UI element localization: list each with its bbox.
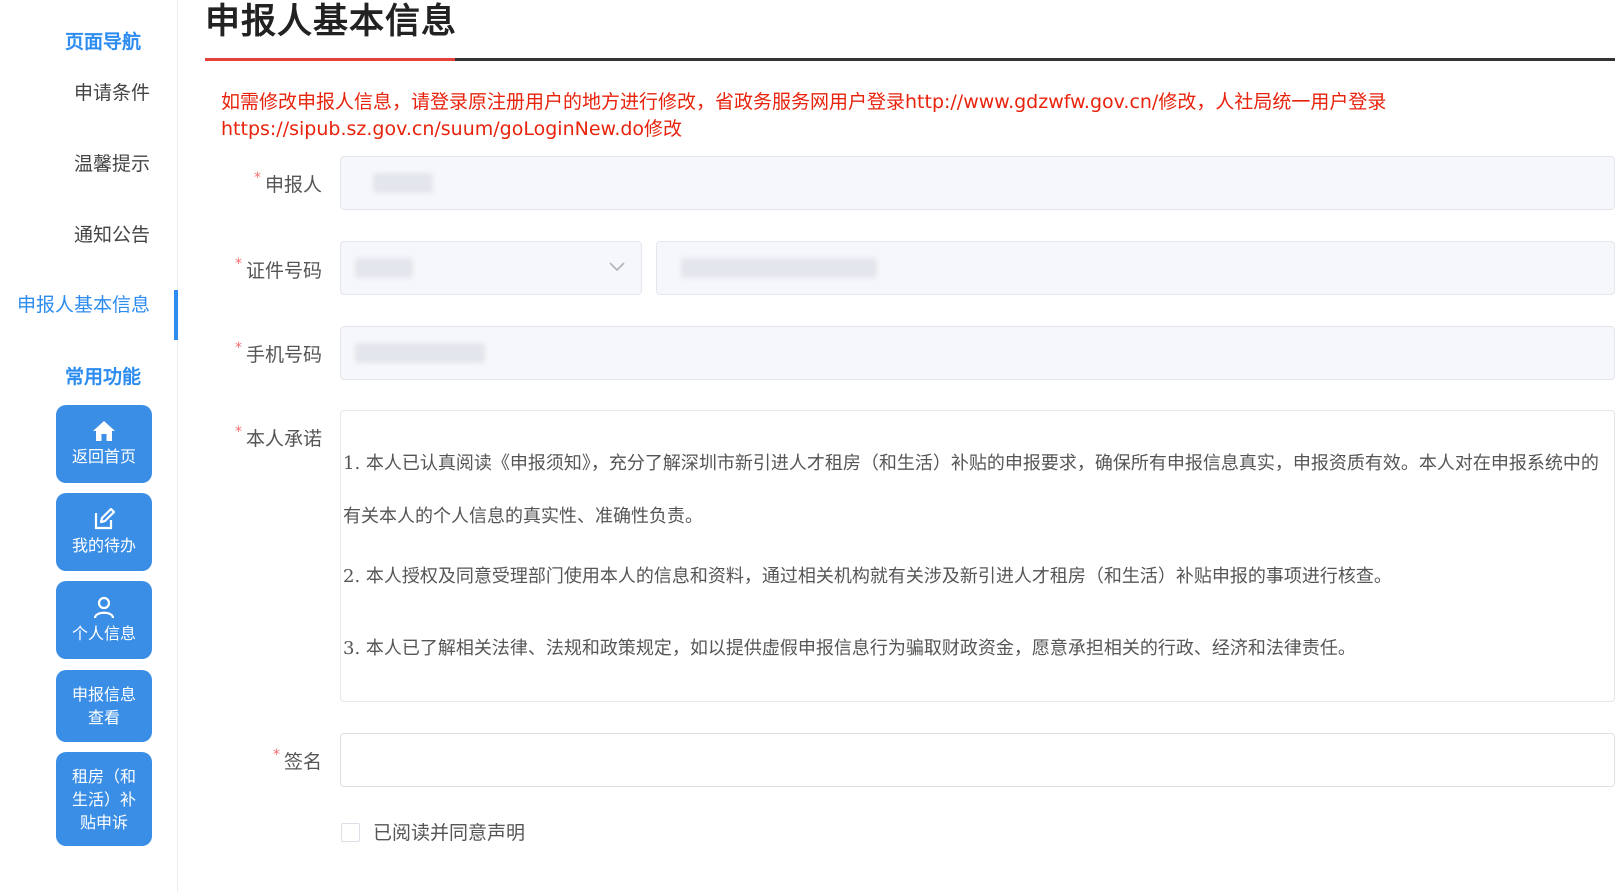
functions-heading: 常用功能 [64, 366, 141, 388]
required-mark: * [234, 340, 242, 356]
appeal-button-label: 租房（和生活）补贴申诉 [71, 766, 136, 832]
agree-checkbox[interactable] [341, 823, 360, 842]
required-mark: * [234, 424, 242, 440]
blurred-value [355, 258, 413, 278]
signature-input[interactable] [340, 733, 1615, 787]
todo-button[interactable]: 我的待办 [56, 493, 152, 571]
commitment-label: * 本人承诺 [230, 424, 322, 451]
view-application-button[interactable]: 申报信息查看 [56, 670, 152, 742]
user-icon [93, 596, 115, 619]
blurred-value [373, 173, 433, 193]
id-number-label-text: 证件号码 [245, 260, 322, 282]
required-mark: * [272, 747, 280, 763]
title-divider-accent [205, 58, 455, 61]
page-title: 申报人基本信息 [205, 2, 458, 42]
notice-text: 如需修改申报人信息，请登录原注册用户的地方进行修改，省政务服务网用户登录http… [221, 91, 1387, 140]
applicant-input[interactable] [340, 156, 1615, 210]
home-icon [93, 421, 115, 441]
personal-info-button[interactable]: 个人信息 [56, 581, 152, 659]
home-button[interactable]: 返回首页 [56, 405, 152, 483]
phone-label: * 手机号码 [230, 340, 322, 367]
signature-label: * 签名 [230, 747, 322, 774]
nav-item-announcements[interactable]: 通知公告 [0, 220, 150, 247]
chevron-down-icon [609, 262, 625, 272]
commitment-item-2: 2. 本人授权及同意受理部门使用本人的信息和资料，通过相关机构就有关涉及新引进人… [343, 566, 1392, 587]
id-number-input[interactable] [656, 241, 1615, 295]
agree-label[interactable]: 已阅读并同意声明 [373, 818, 525, 845]
blurred-value [355, 343, 485, 363]
todo-button-label: 我的待办 [71, 536, 136, 555]
active-indicator [174, 290, 178, 340]
applicant-label-text: 申报人 [264, 174, 322, 196]
applicant-label: * 申报人 [230, 170, 322, 197]
nav-item-tips[interactable]: 温馨提示 [0, 149, 150, 176]
edit-icon [94, 507, 116, 530]
required-mark: * [253, 170, 261, 186]
id-type-select[interactable] [340, 241, 642, 295]
commitment-label-text: 本人承诺 [245, 428, 322, 450]
blurred-value [681, 258, 877, 278]
sidebar: 页面导航 申请条件 温馨提示 通知公告 申报人基本信息 常用功能 返回首页 我的… [0, 0, 178, 892]
required-mark: * [234, 256, 242, 272]
phone-label-text: 手机号码 [245, 344, 322, 366]
nav-heading: 页面导航 [64, 31, 141, 53]
appeal-button[interactable]: 租房（和生活）补贴申诉 [56, 752, 152, 846]
commitment-textarea: 1. 本人已认真阅读《申报须知》，充分了解深圳市新引进人才租房（和生活）补贴的申… [340, 410, 1615, 702]
commitment-item-1: 1. 本人已认真阅读《申报须知》，充分了解深圳市新引进人才租房（和生活）补贴的申… [343, 453, 1599, 527]
home-button-label: 返回首页 [71, 447, 136, 466]
commitment-item-3: 3. 本人已了解相关法律、法规和政策规定，如以提供虚假申报信息行为骗取财政资金，… [343, 638, 1356, 659]
view-application-button-label: 申报信息查看 [71, 685, 136, 727]
signature-label-text: 签名 [283, 751, 322, 773]
personal-info-button-label: 个人信息 [71, 624, 136, 643]
phone-input[interactable] [340, 326, 1615, 380]
id-number-label: * 证件号码 [230, 256, 322, 283]
nav-item-apply-conditions[interactable]: 申请条件 [0, 78, 150, 105]
nav-item-applicant-info[interactable]: 申报人基本信息 [0, 290, 150, 317]
